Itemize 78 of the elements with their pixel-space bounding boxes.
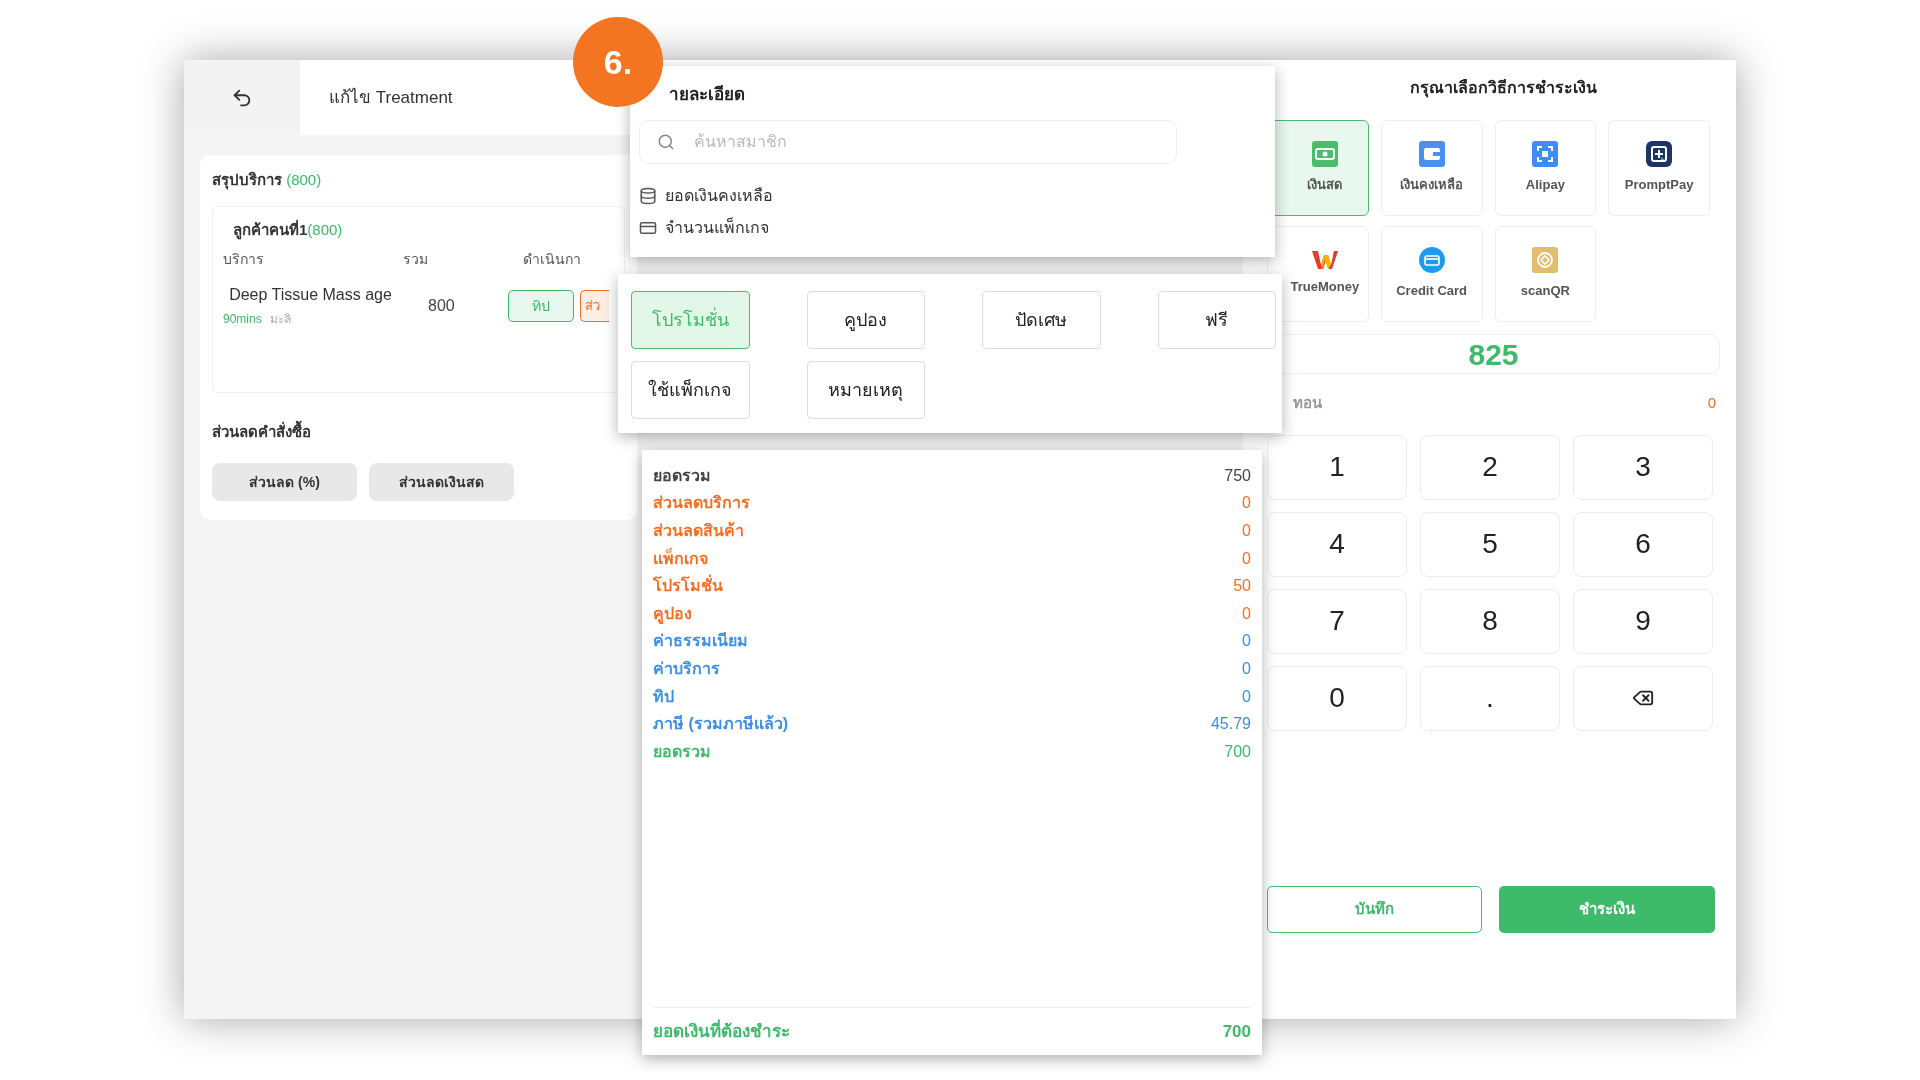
duration-text: 90mins [223, 311, 262, 328]
keypad-key[interactable]: 3 [1573, 434, 1713, 500]
card-circle-icon [1418, 247, 1445, 274]
member-search-field[interactable]: ค้นหาสมาชิก [639, 119, 1177, 164]
service-name: Deep Tissue Mass age [228, 285, 393, 305]
column-header: รวม [403, 250, 429, 269]
summary-label: ยอดรวม [653, 465, 711, 486]
summary-value: 0 [1242, 686, 1251, 707]
discount-button[interactable]: ส่วนลดเงินสด [369, 463, 514, 501]
payment-method-tile[interactable]: Alipay [1494, 120, 1597, 216]
keypad-key[interactable]: 4 [1267, 511, 1407, 577]
summary-label: ยอดรวม [653, 741, 711, 762]
keypad-key[interactable]: 9 [1573, 588, 1713, 654]
keypad-key[interactable]: 1 [1267, 434, 1407, 500]
page-title: แก้ไข Treatment [329, 86, 453, 109]
payment-title: กรุณาเลือกวิธีการชำระเงิน [1409, 78, 1598, 100]
summary-label: คูปอง [653, 603, 692, 626]
option-button[interactable]: หมายเหตุ [806, 361, 925, 419]
summary-label: ภาษี (รวมภาษีแล้ว) [653, 714, 789, 735]
target-icon [1532, 247, 1559, 274]
staff-name: มะลิ [269, 311, 291, 328]
summary-value: 45.79 [1210, 714, 1251, 735]
change-value: 0 [1707, 393, 1716, 413]
summary-label: แพ็กเกจ [653, 546, 708, 569]
order-discount-title: ส่วนลดคำสั่งซื้อ [212, 420, 312, 442]
keypad-key[interactable]: 5 [1420, 511, 1560, 577]
summary-label: ส่วนลดบริการ [653, 493, 750, 514]
payment-method-tile[interactable]: Credit Card [1380, 226, 1483, 322]
step-badge: 6. [573, 17, 663, 107]
option-button[interactable]: ใช้แพ็กเกจ [631, 361, 750, 419]
keypad-key[interactable]: 7 [1267, 588, 1407, 654]
summary-value: 0 [1242, 631, 1251, 652]
keypad-key[interactable]: . [1420, 665, 1560, 731]
change-label: ทอน [1293, 393, 1322, 413]
summary-value: 0 [1242, 521, 1251, 541]
column-header: บริการ [223, 250, 265, 269]
amount-due-label: ยอดเงินที่ต้องชำระ [653, 1018, 790, 1043]
summary-label: โปรโมชั่น [653, 574, 723, 599]
summary-value: 0 [1242, 603, 1251, 624]
summary-value: 0 [1242, 658, 1251, 679]
summary-label: ค่าธรรมเนียม [653, 631, 748, 652]
search-icon [657, 132, 675, 151]
info-label: จำนวนแพ็กเกจ [665, 216, 769, 238]
payment-method-tile[interactable]: เงินคงเหลือ [1380, 120, 1483, 216]
summary-value: 0 [1242, 493, 1251, 514]
summary-value: 750 [1224, 465, 1251, 486]
payment-method-tile[interactable]: scanQR [1494, 226, 1597, 322]
option-button[interactable]: ฟรี [1157, 291, 1276, 349]
scan-frame-icon [1532, 141, 1559, 168]
info-label: ยอดเงินคงเหลือ [665, 185, 773, 206]
service-total: 800 [427, 296, 456, 316]
banknote-icon [1311, 141, 1338, 168]
keypad-key[interactable]: 2 [1420, 434, 1560, 500]
back-button[interactable] [184, 60, 300, 135]
option-button[interactable]: ปัดเศษ [982, 291, 1101, 349]
w-logo-icon [1311, 251, 1338, 270]
summary-value: 50 [1233, 576, 1251, 597]
keypad-key[interactable]: 6 [1573, 511, 1713, 577]
payment-method-tile[interactable]: PromptPay [1608, 120, 1710, 216]
summary-title: สรุปบริการ (800) [212, 170, 323, 192]
keypad-key[interactable]: 8 [1420, 588, 1560, 654]
summary-label: ส่วนลดสินค้า [653, 521, 744, 541]
option-button[interactable]: คูปอง [806, 291, 925, 349]
database-icon [639, 186, 657, 205]
customer-title: ลูกค้าคนที่1(800) [233, 218, 344, 241]
payment-method-tile[interactable]: TrueMoney [1267, 226, 1369, 322]
column-header: ดำเนินกา [523, 250, 581, 269]
amount-due-value: 700 [1222, 1020, 1251, 1043]
detail-title: ายละเอียด [668, 84, 746, 106]
summary-label: ทิป [653, 686, 674, 707]
discount-button[interactable]: ส่วนลด (%) [212, 463, 357, 501]
keypad-key[interactable]: 0 [1267, 665, 1407, 731]
summary-label: ค่าบริการ [653, 658, 720, 679]
summary-value: 700 [1224, 741, 1251, 762]
qr-badge-icon [1646, 141, 1673, 168]
backspace-key[interactable] [1573, 665, 1713, 731]
summary-value: 0 [1242, 548, 1251, 569]
wallet-icon [1418, 141, 1445, 168]
